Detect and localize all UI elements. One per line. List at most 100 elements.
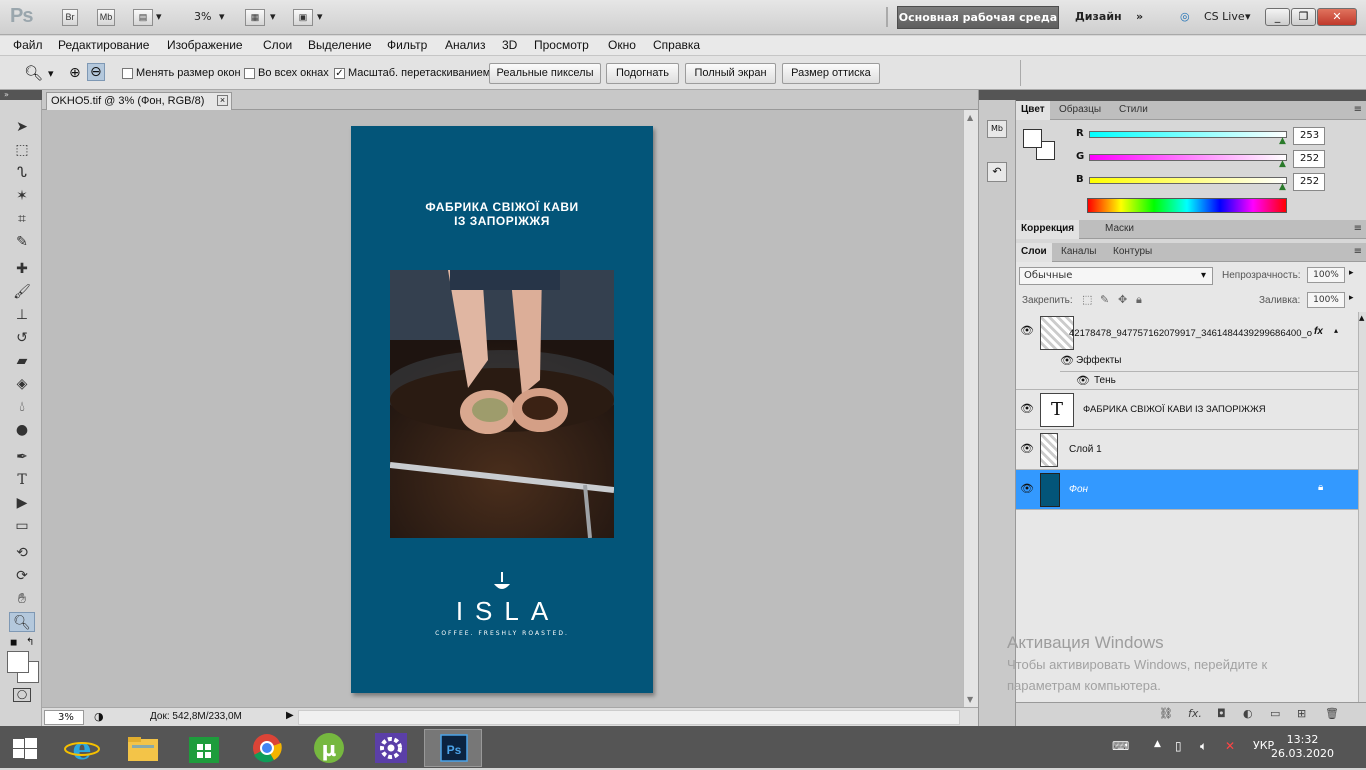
collapse-effects-icon[interactable]: ▴ [1334, 326, 1338, 335]
visibility-eye-icon[interactable]: 👁︎ [1020, 402, 1034, 415]
cs-live-button[interactable]: CS Live [1204, 10, 1245, 23]
path-select-tool-icon[interactable]: ▶ [9, 493, 35, 513]
photoshop-taskbar-icon[interactable]: Ps [424, 729, 482, 767]
menu-window[interactable]: Окно [608, 38, 636, 52]
chevron-down-icon[interactable]: ▾ [156, 10, 162, 23]
eraser-tool-icon[interactable]: ▰ [9, 351, 35, 371]
layer-name[interactable]: ФАБРИКА СВІЖОЇ КАВИ ІЗ ЗАПОРІЖЖЯ [1083, 404, 1266, 415]
dodge-tool-icon[interactable]: ● [9, 420, 35, 440]
chevron-down-icon[interactable]: ▾ [219, 10, 225, 23]
keyboard-icon[interactable]: ⌨ [1112, 739, 1129, 753]
lock-pixels-icon[interactable]: ✎ [1100, 293, 1109, 306]
layer-row[interactable]: 👁︎ Слой 1 [1016, 430, 1358, 470]
menu-help[interactable]: Справка [653, 38, 700, 52]
move-tool-icon[interactable]: ➤ [9, 117, 35, 137]
marquee-tool-icon[interactable]: ⬚ [9, 140, 35, 160]
new-layer-icon[interactable]: ⊞ [1297, 707, 1306, 720]
layers-scrollbar[interactable]: ▲ [1358, 312, 1366, 702]
fit-screen-button[interactable]: Подогнать [606, 63, 679, 84]
all-windows-checkbox[interactable] [244, 68, 255, 79]
zoom-field[interactable]: 3% [44, 710, 84, 725]
3d-orbit-tool-icon[interactable]: ⟳ [9, 566, 35, 586]
chevron-down-icon[interactable]: ▾ [1201, 270, 1206, 281]
menu-edit[interactable]: Редактирование [58, 38, 149, 52]
status-info-icon[interactable]: ◑ [94, 710, 104, 723]
horizontal-scrollbar[interactable] [298, 710, 960, 725]
mini-bridge-panel-icon[interactable]: Mb [987, 120, 1007, 138]
menu-analysis[interactable]: Анализ [445, 38, 486, 52]
chevron-down-icon[interactable]: ▾ [270, 10, 276, 23]
show-hidden-icons-icon[interactable]: ▲ [1154, 739, 1161, 749]
panel-menu-icon[interactable]: ≡ [1354, 223, 1362, 234]
visibility-eye-icon[interactable]: 👁︎ [1020, 324, 1034, 337]
close-icon[interactable]: × [217, 95, 228, 106]
vertical-scrollbar[interactable]: ▲ ▼ [963, 110, 978, 707]
arrange-documents-button[interactable]: ▦ [245, 9, 265, 26]
lasso-tool-icon[interactable]: ᔐ [9, 163, 35, 183]
layer-row-selected[interactable]: 👁︎ Фон 🔒︎ [1016, 470, 1358, 510]
start-button[interactable] [0, 729, 50, 767]
foreground-color-swatch[interactable] [1023, 129, 1042, 148]
history-panel-icon[interactable]: ↶ [987, 162, 1007, 182]
tab-swatches[interactable]: Образцы [1054, 101, 1106, 120]
more-workspaces-icon[interactable]: » [1136, 10, 1143, 23]
history-brush-tool-icon[interactable]: ↺ [9, 328, 35, 348]
chevron-right-icon[interactable]: ▸ [1349, 268, 1354, 278]
menu-select[interactable]: Выделение [308, 38, 372, 52]
scroll-up-icon[interactable]: ▲ [967, 113, 973, 122]
scroll-up-icon[interactable]: ▲ [1359, 314, 1364, 322]
lock-position-icon[interactable]: ✥ [1118, 293, 1127, 306]
menu-view[interactable]: Просмотр [534, 38, 589, 52]
visibility-eye-icon[interactable]: 👁︎ [1020, 442, 1034, 455]
workspace-design-button[interactable]: Дизайн [1075, 10, 1122, 23]
add-style-icon[interactable]: fx. [1188, 707, 1202, 720]
chevron-right-icon[interactable]: ▸ [1349, 293, 1354, 303]
layer-row[interactable]: 👁︎ T ФАБРИКА СВІЖОЇ КАВИ ІЗ ЗАПОРІЖЖЯ [1016, 390, 1358, 430]
panel-collapse-icon[interactable]: » [0, 90, 42, 100]
layer-name[interactable]: Слой 1 [1069, 444, 1102, 455]
bridge-button[interactable]: Br [62, 9, 78, 26]
pen-tool-icon[interactable]: ✒ [9, 447, 35, 467]
workspace-essentials-button[interactable]: Основная рабочая среда [897, 6, 1059, 29]
panel-menu-icon[interactable]: ≡ [1354, 104, 1362, 115]
file-explorer-icon[interactable] [114, 729, 172, 767]
tab-styles[interactable]: Стили [1114, 101, 1153, 120]
tab-masks[interactable]: Маски [1100, 220, 1139, 239]
volume-icon[interactable]: 🔈︎ [1200, 739, 1207, 754]
actual-pixels-button[interactable]: Реальные пикселы [489, 63, 601, 84]
eyedropper-tool-icon[interactable]: ✎ [9, 232, 35, 252]
fx-icon[interactable]: fx [1314, 326, 1323, 337]
add-mask-icon[interactable]: ◘ [1217, 707, 1226, 720]
quick-select-tool-icon[interactable]: ✶ [9, 186, 35, 206]
healing-brush-tool-icon[interactable]: ✚ [9, 259, 35, 279]
tab-channels[interactable]: Каналы [1056, 243, 1102, 262]
panel-menu-icon[interactable]: ≡ [1354, 246, 1362, 257]
slider-handle-icon[interactable]: ▲ [1279, 159, 1286, 169]
mini-bridge-button[interactable]: Mb [97, 9, 115, 26]
chevron-down-icon[interactable]: ▾ [317, 10, 323, 23]
document-canvas[interactable]: ФАБРИКА СВІЖОЇ КАВИ ІЗ ЗАПОРІЖЖЯ ISLA CO… [351, 126, 653, 693]
menu-image[interactable]: Изображение [167, 38, 243, 52]
scroll-down-icon[interactable]: ▼ [967, 695, 973, 704]
paint-bucket-tool-icon[interactable]: ◈ [9, 374, 35, 394]
trash-icon[interactable]: 🗑︎ [1325, 707, 1339, 720]
blur-tool-icon[interactable]: 💧︎ [9, 397, 35, 417]
drop-shadow-effect-label[interactable]: Тень [1094, 375, 1116, 386]
zoom-level[interactable]: 3% [194, 10, 211, 23]
print-size-button[interactable]: Размер оттиска [782, 63, 880, 84]
settings-gear-icon[interactable] [362, 729, 420, 767]
foreground-color-swatch[interactable] [7, 651, 29, 673]
layer-name[interactable]: Фон [1069, 484, 1088, 495]
tab-adjustments[interactable]: Коррекция [1016, 220, 1080, 239]
battery-icon[interactable]: ▯ [1175, 739, 1182, 753]
slider-handle-icon[interactable]: ▲ [1279, 182, 1286, 192]
menu-file[interactable]: Файл [13, 38, 43, 52]
clone-stamp-tool-icon[interactable]: ⊥ [9, 305, 35, 325]
blue-slider[interactable] [1089, 177, 1287, 184]
chevron-down-icon[interactable]: ▾ [48, 67, 54, 80]
crop-tool-icon[interactable]: ⌗ [9, 209, 35, 229]
zoom-tool-icon[interactable]: 🔍︎ [9, 612, 35, 632]
default-colors-icon[interactable]: ◼ [10, 638, 17, 648]
visibility-eye-icon[interactable]: 👁︎ [1060, 354, 1074, 367]
menu-filter[interactable]: Фильтр [387, 38, 427, 52]
